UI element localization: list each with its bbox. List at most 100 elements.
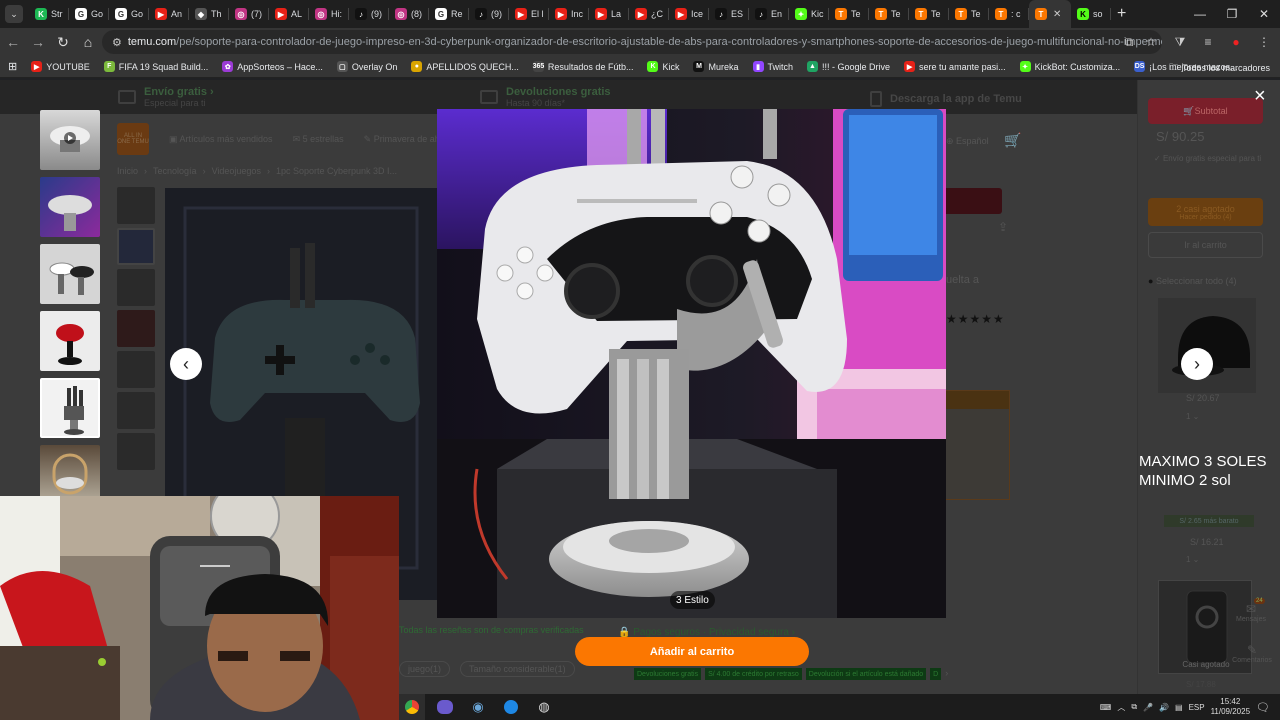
bookmark-item[interactable]: ▮ Twitch [752, 61, 793, 72]
address-bar[interactable]: ⚙ temu.com/pe/soporte-para-controlador-d… [102, 30, 1162, 54]
site-info-icon[interactable]: ⚙ [112, 36, 122, 49]
app-taskbar-icon[interactable] [498, 694, 524, 720]
browser-tab[interactable]: ▶ An [149, 0, 189, 28]
menu-icon[interactable]: ⋮ [1252, 30, 1276, 54]
bookmark-item[interactable]: ▶ sere tu amante pasi... [904, 61, 1006, 72]
tab-last[interactable]: K so [1071, 0, 1111, 28]
thumbnail-2[interactable] [40, 177, 100, 237]
discord-taskbar-icon[interactable] [432, 694, 458, 720]
close-window-button[interactable]: ✕ [1248, 0, 1280, 28]
bookmark-item[interactable]: 365 Resultados de Fútb... [533, 61, 633, 72]
obs-taskbar-icon[interactable]: ◍ [531, 694, 557, 720]
tab-search-menu-icon[interactable]: ⌄ [5, 5, 23, 23]
browser-tab[interactable]: T Te [869, 0, 909, 28]
minimize-button[interactable]: — [1184, 0, 1216, 28]
reload-button[interactable]: ↻ [51, 30, 75, 54]
language-indicator[interactable]: ESP [1189, 703, 1205, 712]
steam-taskbar-icon[interactable]: ◉ [465, 694, 491, 720]
bookmark-item[interactable]: ▢ Overlay On [336, 61, 397, 72]
new-tab-button[interactable]: + [1117, 5, 1126, 23]
browser-tab[interactable]: ▶ AL [269, 0, 309, 28]
bookmark-item[interactable]: K Kick [647, 61, 679, 72]
bookmark-item[interactable]: M Mureka [693, 61, 739, 72]
badges-next-icon[interactable]: › [945, 668, 948, 680]
breadcrumb-games[interactable]: Videojuegos [212, 166, 261, 176]
home-button[interactable]: ⌂ [76, 30, 100, 54]
volume-icon[interactable]: 🔊 [1159, 703, 1169, 712]
browser-tab[interactable]: G Re [429, 0, 469, 28]
page-thumb[interactable] [117, 269, 155, 306]
maximize-button[interactable]: ❐ [1216, 0, 1248, 28]
page-thumb[interactable] [117, 310, 155, 347]
five-stars-link[interactable]: ✉ 5 estrellas [293, 134, 344, 145]
lightbox-prev-button[interactable]: ‹ [170, 348, 202, 380]
select-all-checkbox[interactable]: ● Seleccionar todo (4) [1148, 276, 1237, 286]
media-icon[interactable]: ≡ [1196, 30, 1220, 54]
wifi-icon[interactable]: ▤ [1175, 703, 1183, 712]
browser-tab[interactable]: ▶ Ice [669, 0, 709, 28]
language-switch[interactable]: ⊕ Español [946, 136, 989, 147]
browser-tab[interactable]: K Str [29, 0, 69, 28]
browser-tab[interactable]: ◎ Hi: [309, 0, 349, 28]
back-button[interactable]: ← [1, 30, 25, 54]
browser-tab[interactable]: ◎ (8) [389, 0, 429, 28]
page-thumb[interactable] [117, 433, 155, 470]
thumbnail-3[interactable] [40, 244, 100, 304]
forward-button[interactable]: → [26, 30, 50, 54]
cart-item-2-qty[interactable]: 1 ⌄ [1186, 555, 1199, 564]
comments-button[interactable]: ✎ Comentarios [1230, 643, 1274, 664]
cart-item-1-image[interactable] [1158, 298, 1256, 393]
apps-grid-icon[interactable]: ⊞ [8, 60, 17, 73]
subtotal-button[interactable]: 🛒 Subtotal [1148, 98, 1263, 124]
chrome-taskbar-icon[interactable] [399, 694, 425, 720]
browser-tab[interactable]: ♪ En [749, 0, 789, 28]
page-thumb[interactable] [117, 228, 155, 265]
browser-tab[interactable]: T: c [989, 0, 1029, 28]
bookmark-star-icon[interactable]: ☆ [1140, 35, 1162, 49]
browser-tab[interactable]: ▶ Inc [549, 0, 589, 28]
clock[interactable]: 15:42 11/09/2025 [1211, 697, 1250, 717]
browser-tab[interactable]: T Te [909, 0, 949, 28]
thumbnail-5[interactable] [40, 378, 100, 438]
lightbox-next-button[interactable]: › [1181, 348, 1213, 380]
browser-tab[interactable]: ▶ ¿C [629, 0, 669, 28]
review-chip[interactable]: Tamaño considerable(1) [460, 661, 575, 677]
breadcrumb-home[interactable]: Inicio [117, 166, 138, 176]
browser-tab[interactable]: ◎ (7) [229, 0, 269, 28]
notification-icon[interactable]: 🗨 [1256, 701, 1270, 714]
page-thumb[interactable] [117, 392, 155, 429]
bookmark-item[interactable]: ▲!!! - Google Drive [807, 61, 890, 72]
install-app-icon[interactable]: ⧉ [1118, 35, 1140, 50]
cart-item-1-qty[interactable]: 1 ⌄ [1186, 412, 1199, 421]
page-thumb[interactable] [117, 351, 155, 388]
thumbnail-1[interactable] [40, 110, 100, 170]
profile-avatar[interactable]: ● [1224, 30, 1248, 54]
all-bookmarks[interactable]: 🗀 Todos los marcadores [1169, 60, 1270, 76]
breadcrumb-tech[interactable]: Tecnología [153, 166, 197, 176]
network-icon[interactable]: ⧉ [1131, 702, 1137, 712]
browser-tab[interactable]: G Go [109, 0, 149, 28]
bookmark-item[interactable]: ▶ YOUTUBE [31, 61, 90, 72]
add-to-cart-button[interactable]: Añadir al carrito [575, 637, 809, 666]
browser-tab[interactable]: ♪ (9) [349, 0, 389, 28]
browser-tab[interactable]: T Te [829, 0, 869, 28]
tray-chevron-icon[interactable]: ︿ [1117, 702, 1125, 713]
share-icon[interactable]: ⇪ [998, 220, 1008, 234]
bookmark-item[interactable]: ✿ AppSorteos – Hace... [222, 61, 323, 72]
best-sellers-link[interactable]: ▣ Artículos más vendidos [169, 134, 273, 145]
thumbnail-4[interactable] [40, 311, 100, 371]
active-tab[interactable]: T ✕ [1029, 0, 1071, 28]
browser-tab[interactable]: ♪ ES [709, 0, 749, 28]
browser-tab[interactable]: T Te [949, 0, 989, 28]
keyboard-icon[interactable]: ⌨ [1100, 703, 1112, 712]
bookmark-item[interactable]: ● APELLIDOS QUECH... [411, 61, 519, 72]
bookmark-item[interactable]: ✦ KickBot: Customiza... [1019, 61, 1120, 72]
browser-tab[interactable]: ◆ Th [189, 0, 229, 28]
lightbox-close-button[interactable]: × [1254, 85, 1266, 108]
mic-icon[interactable]: 🎤 [1143, 703, 1153, 712]
bookmark-item[interactable]: F FIFA 19 Squad Build... [103, 61, 208, 72]
tab-close-icon[interactable]: ✕ [1053, 9, 1061, 20]
page-thumb[interactable] [117, 187, 155, 224]
browser-tab[interactable]: ▶ El l [509, 0, 549, 28]
cart-icon[interactable]: 🛒 [1004, 132, 1021, 149]
